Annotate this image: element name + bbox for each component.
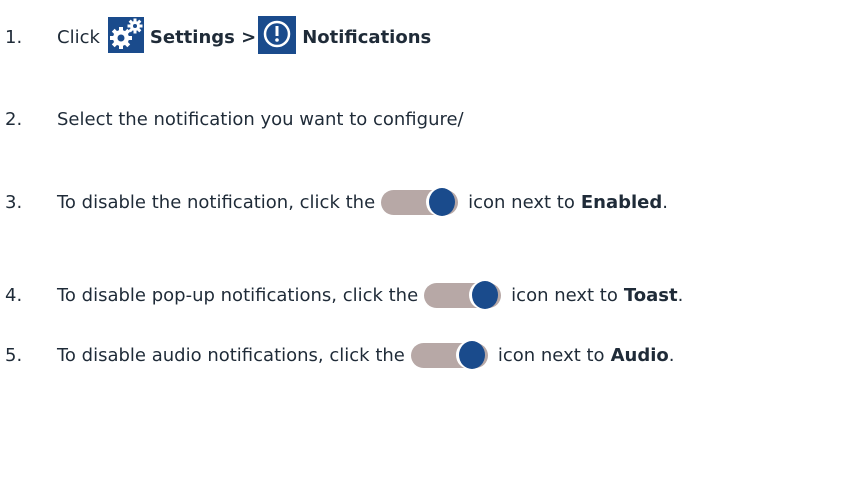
step-number: 5. [5, 345, 23, 366]
step-1: 1. Click Settings > Notifications [0, 16, 431, 59]
gears-icon [107, 17, 144, 58]
notifications-label: Notifications [302, 27, 432, 48]
step-5: 5. To disable audio notifications, click… [0, 341, 675, 369]
step-text-after: icon next to [468, 192, 575, 213]
step-text-before: To disable pop-up notifications, click t… [57, 285, 419, 306]
step-3: 3. To disable the notification, click th… [0, 188, 668, 216]
enabled-label: Enabled [580, 192, 663, 213]
toast-label: Toast [623, 285, 678, 306]
exclamation-circle-icon [258, 16, 297, 59]
step-end: . [668, 345, 675, 366]
step-text-click: Click [57, 27, 100, 48]
step-text-before: To disable audio notifications, click th… [57, 345, 405, 366]
toggle-on-icon [410, 341, 488, 369]
toggle-on-icon [424, 281, 502, 309]
step-4: 4. To disable pop-up notifications, clic… [0, 281, 684, 309]
step-number: 3. [5, 192, 23, 213]
step-text-after: icon next to [497, 345, 605, 366]
step-text-before: To disable the notification, click the [57, 192, 376, 213]
step-number: 1. [5, 27, 23, 48]
step-text-after: icon next to [511, 285, 618, 306]
step-2: 2. Select the notification you want to c… [0, 109, 464, 130]
toggle-on-icon [381, 188, 459, 216]
step-text: Select the notification you want to conf… [57, 109, 464, 130]
audio-label: Audio [610, 345, 669, 366]
step-end: . [677, 285, 684, 306]
step-number: 2. [5, 109, 23, 130]
settings-label: Settings > [149, 27, 257, 48]
step-number: 4. [5, 285, 23, 306]
step-end: . [662, 192, 668, 213]
